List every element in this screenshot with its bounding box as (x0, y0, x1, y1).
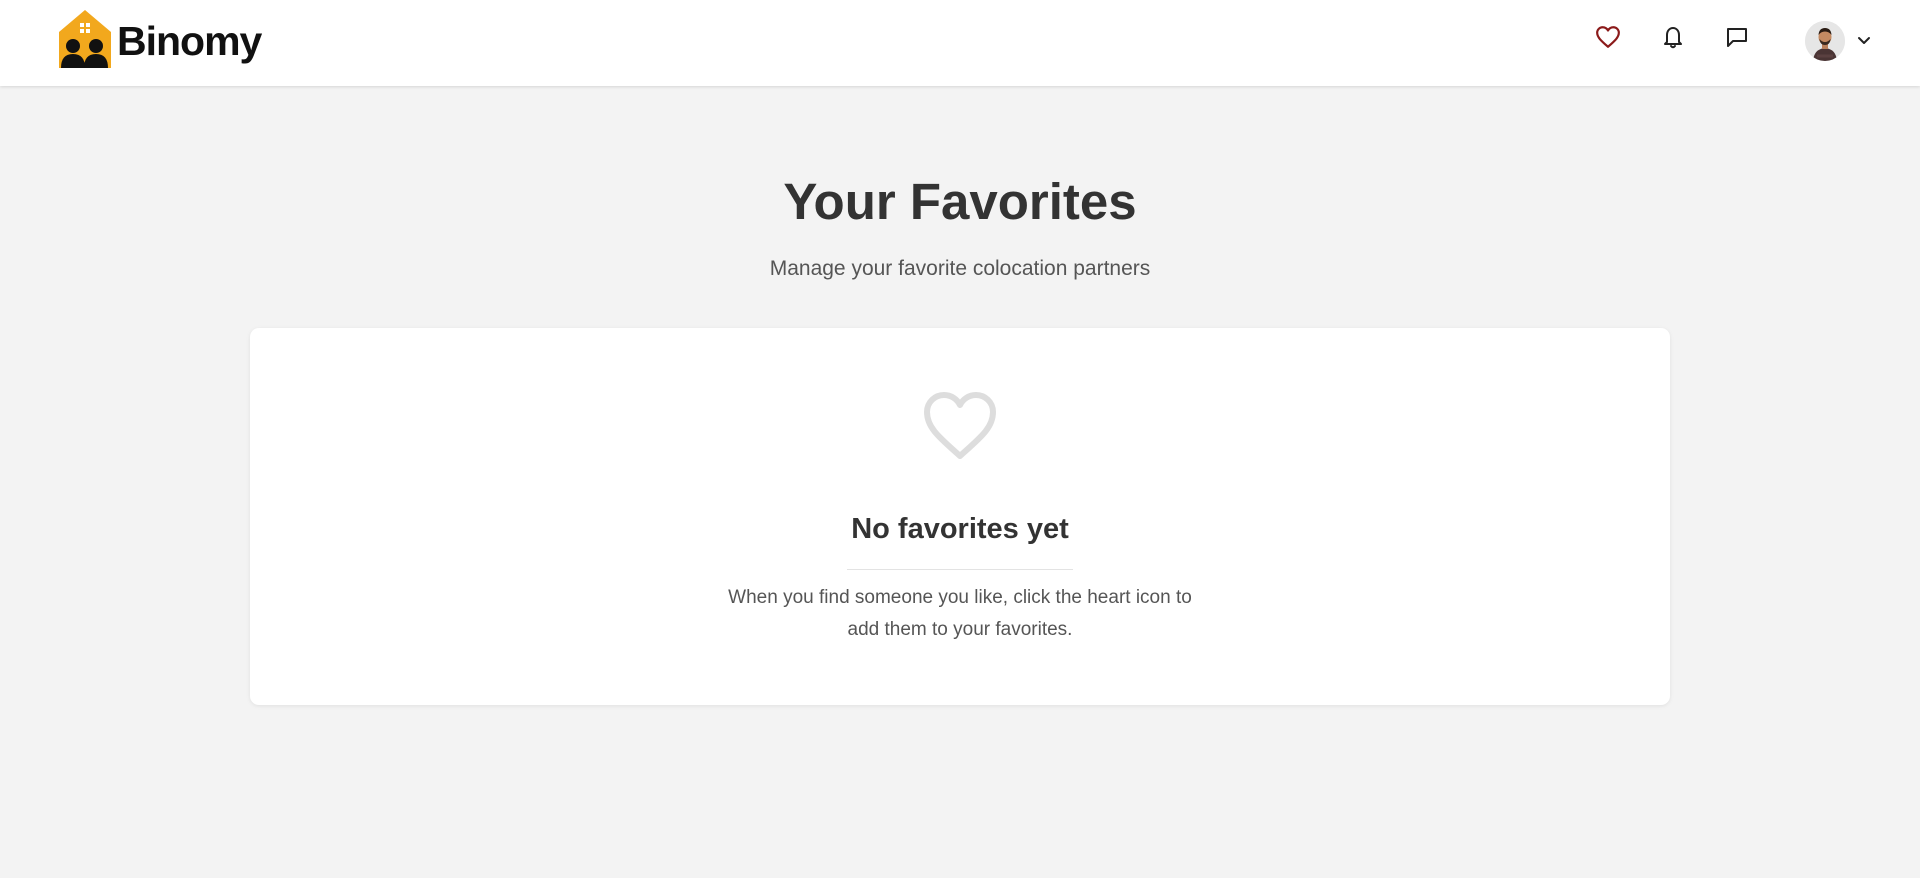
divider (847, 569, 1073, 570)
avatar-image (1805, 21, 1845, 61)
notifications-nav-button[interactable] (1658, 22, 1688, 52)
empty-state-message: When you find someone you like, click th… (728, 587, 1192, 640)
house-people-icon (59, 10, 111, 68)
messages-chat-icon (1727, 28, 1747, 47)
page-subtitle: Manage your favorite colocation partners (769, 257, 1151, 280)
brand-logo[interactable]: Binomy (57, 8, 262, 70)
favorites-heart-icon (1596, 26, 1620, 48)
empty-state-title: No favorites yet (851, 513, 1069, 545)
brand-name: Binomy (117, 17, 262, 64)
empty-state-card: No favorites yet When you find someone y… (250, 328, 1670, 705)
chevron-down-icon[interactable] (1857, 36, 1871, 46)
user-avatar[interactable] (1805, 21, 1845, 61)
favorites-nav-button[interactable] (1593, 22, 1623, 52)
top-navbar: Binomy (0, 0, 1920, 86)
user-menu[interactable] (1805, 21, 1871, 61)
notifications-bell-icon (1664, 27, 1682, 49)
page-title: Your Favorites (783, 173, 1137, 230)
messages-nav-button[interactable] (1722, 22, 1752, 52)
heart-outline-icon (924, 392, 996, 459)
